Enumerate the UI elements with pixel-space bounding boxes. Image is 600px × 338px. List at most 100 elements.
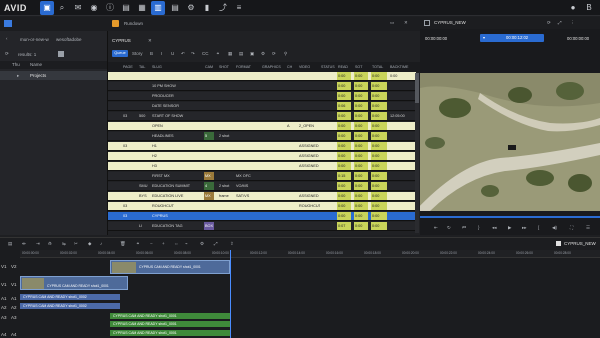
path-item-2[interactable]: wesoftadobe: [56, 37, 82, 42]
rundown-scrollbar[interactable]: [415, 73, 419, 233]
track-record-label[interactable]: A3: [11, 315, 17, 320]
settings-icon[interactable]: ⚙: [261, 51, 265, 57]
table-row[interactable]: HEADLINES 5 2 shot 0:00 0:00 0:00: [108, 132, 416, 142]
close-icon[interactable]: ✕: [404, 20, 408, 26]
track-source-label[interactable]: A1: [1, 296, 7, 301]
undo-icon[interactable]: ↶: [181, 51, 185, 57]
refresh-icon[interactable]: ⟳: [547, 20, 551, 26]
column-header[interactable]: SHOT: [218, 62, 233, 72]
scrollbar-thumb[interactable]: [415, 73, 419, 103]
viewer-scrub-bar[interactable]: [420, 216, 600, 218]
table-row[interactable]: H3 ASSIGNED 0:00 0:00 0:00: [108, 162, 416, 172]
timeline-ruler[interactable]: 00:00:00:00 00:00:02:00 00:00:04:00 00:00:0…: [20, 250, 600, 258]
snap-icon[interactable]: ⌁: [185, 241, 188, 247]
zoom-out-icon[interactable]: −: [150, 241, 153, 246]
export-icon[interactable]: ⇪: [230, 241, 234, 247]
column-header[interactable]: TAL: [138, 62, 148, 72]
menu-icon[interactable]: ≡: [232, 1, 246, 15]
extract-icon[interactable]: ⇋: [62, 241, 66, 247]
table-icon[interactable]: ▤: [239, 51, 243, 57]
table-row[interactable]: OPEN A 2_OPEN 0:00 0:00 0:00: [108, 122, 416, 132]
column-header[interactable]: SLUG: [151, 62, 199, 72]
split-icon[interactable]: ⇹: [22, 241, 26, 247]
step-back-icon[interactable]: ⏮: [462, 225, 466, 230]
mail-icon[interactable]: ✉: [71, 1, 85, 15]
column-header[interactable]: CAM: [204, 62, 214, 72]
volume-icon[interactable]: ◀): [552, 225, 557, 231]
audio-clip[interactable]: CYPRUS CAM AND READY shot1_0001: [110, 321, 230, 327]
italic-icon[interactable]: I: [161, 51, 162, 56]
track-source-label[interactable]: A2: [1, 305, 7, 310]
film-icon[interactable]: ▦: [135, 1, 149, 15]
rundown-icon[interactable]: ▥: [151, 1, 165, 15]
delete-icon[interactable]: 🗑: [120, 241, 126, 247]
mark-in-icon[interactable]: ⇤: [434, 225, 438, 231]
underline-icon[interactable]: U: [171, 51, 174, 56]
minimize-icon[interactable]: ▭: [390, 20, 394, 26]
column-header[interactable]: SOT: [354, 62, 368, 72]
track-record-label[interactable]: V2: [11, 264, 17, 269]
table-row[interactable]: PRODUCER 0:00 0:00 0:00: [108, 92, 416, 102]
list-view-icon[interactable]: [58, 51, 64, 57]
share-icon[interactable]: ⤴: [216, 1, 230, 15]
menu-icon[interactable]: ☰: [586, 225, 590, 231]
settings-icon[interactable]: ⚙: [200, 241, 204, 247]
column-header-name[interactable]: Name: [30, 62, 42, 67]
grid-icon[interactable]: ▤: [8, 241, 12, 247]
column-header[interactable]: PAGE: [122, 62, 134, 72]
nav-left-icon[interactable]: ‹: [6, 36, 8, 41]
info-icon[interactable]: ⓘ: [103, 1, 117, 15]
audio-clip[interactable]: CYPRUS CAM AND READY shot1_0002: [20, 303, 120, 309]
redo-icon[interactable]: ↷: [191, 51, 195, 57]
column-header[interactable]: BACKTIME: [389, 62, 411, 72]
forward-icon[interactable]: ▸▸: [522, 225, 527, 231]
rewind-icon[interactable]: ◂◂: [492, 225, 497, 231]
cc-icon[interactable]: CC: [202, 51, 209, 56]
list-item[interactable]: ▸ Projects: [0, 71, 107, 80]
zoom-in-icon[interactable]: +: [162, 241, 165, 246]
story-tab[interactable]: Story: [132, 51, 143, 56]
fit-icon[interactable]: ⇔: [174, 241, 179, 246]
column-header[interactable]: READ: [337, 62, 351, 72]
folder-icon[interactable]: ▣: [40, 1, 54, 15]
audio-clip[interactable]: CYPRUS CAM AND READY shot1_0001: [110, 313, 230, 319]
track-source-label[interactable]: V1: [1, 282, 7, 287]
video-clip[interactable]: CYPRUS CAM AND READY shot1_0001: [110, 260, 230, 274]
table-row[interactable]: 03 ROUGHCUT ROUGHCUT 0:00 0:00 0:00: [108, 202, 416, 212]
column-header[interactable]: FORMAT: [235, 62, 259, 72]
path-item-1[interactable]: mun-or-new-w: [20, 37, 49, 42]
mark-out-icon[interactable]: }: [478, 225, 480, 230]
column-header[interactable]: CH: [286, 62, 294, 72]
column-header-type[interactable]: Thu: [12, 62, 20, 67]
overwrite-icon[interactable]: ⇥: [36, 241, 40, 247]
column-header[interactable]: STATUS: [320, 62, 338, 72]
expand-icon[interactable]: ⤢: [558, 20, 562, 25]
table-row[interactable]: FIRST MX MX MX OFC 0:15 0:00 0:00: [108, 172, 416, 182]
mark-bracket-icon[interactable]: [: [538, 225, 539, 230]
column-header[interactable]: VIDEO: [298, 62, 320, 72]
table-row[interactable]: DATE SENSOR 0:06 0:00 0:00: [108, 102, 416, 112]
loop-icon[interactable]: ↻: [447, 225, 451, 231]
search-icon[interactable]: ⌕: [55, 1, 69, 15]
video-clip[interactable]: CYPRUS CAM AND READY shot1_0001: [20, 276, 128, 290]
gear-icon[interactable]: ⚙: [184, 1, 198, 15]
link-icon[interactable]: ⚭: [136, 241, 140, 247]
table-row[interactable]: BYS EDUCATION LIVE MX frame SAT/VS ASSIGNED 0:…: [108, 192, 416, 202]
audio-clip[interactable]: CYPRUS CAM AND READY shot1_0001: [110, 330, 230, 336]
eye-icon[interactable]: ◉: [87, 1, 101, 15]
track-source-label[interactable]: V1: [1, 264, 7, 269]
fullscreen-icon[interactable]: ⛶: [570, 225, 573, 230]
track-source-label[interactable]: A4: [1, 332, 7, 337]
layout-icon[interactable]: ▤: [119, 1, 133, 15]
filter-icon[interactable]: ⚲: [284, 51, 287, 57]
list-icon[interactable]: ▤: [168, 1, 182, 15]
rundown-tab-label[interactable]: Rundown: [124, 21, 143, 26]
audio-icon[interactable]: ♪: [100, 241, 102, 246]
table-row[interactable]: 03 H1 ASSIGNED 0:00 0:00 0:00: [108, 142, 416, 152]
table-row[interactable]: SMU EDUCATION SUMMIT 4 2 shot VO/MS 0:00 0:00 0…: [108, 182, 416, 192]
table-row[interactable]: 03 CYPRUS 0:00 0:00 0:00: [108, 212, 416, 222]
razor-icon[interactable]: ✂: [74, 241, 78, 247]
table-row[interactable]: LI EDUCATION TAG BOX 0:07 0:00 0:00: [108, 222, 416, 232]
grid-icon[interactable]: ▦: [228, 51, 232, 57]
track-record-label[interactable]: A2: [11, 305, 17, 310]
